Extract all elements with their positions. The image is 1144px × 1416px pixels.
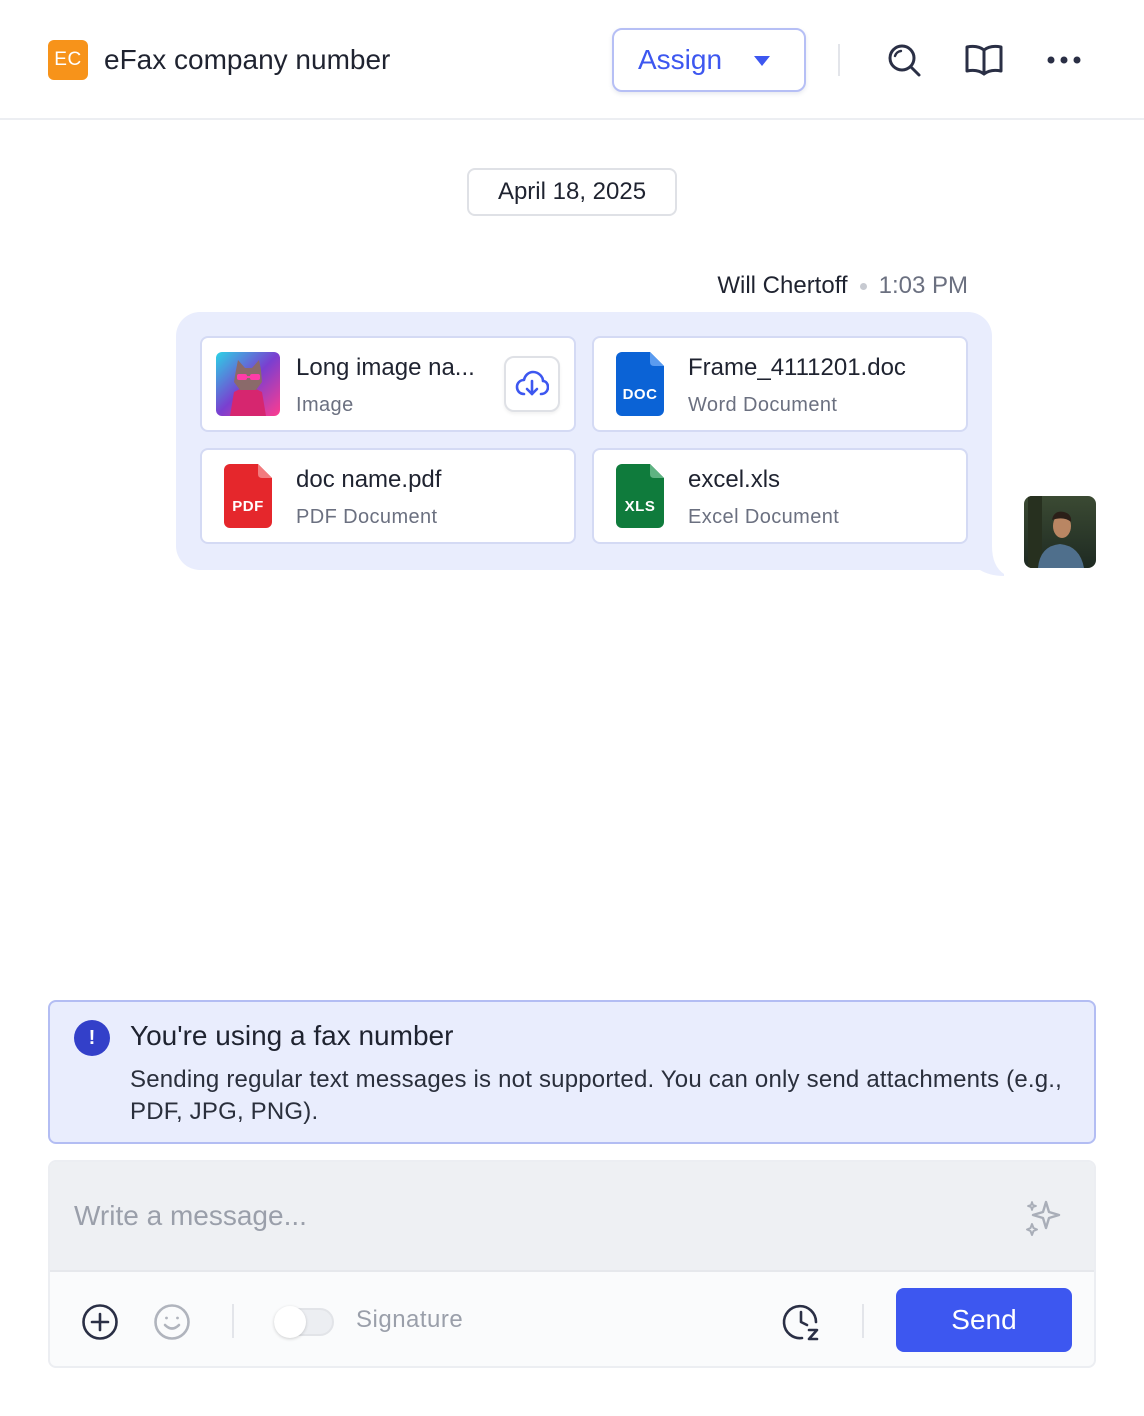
ai-sparkle-icon[interactable] [1024, 1198, 1064, 1238]
info-alert-icon: ! [74, 1020, 110, 1056]
search-button[interactable] [884, 40, 924, 80]
attachment-name: excel.xls [688, 466, 781, 493]
attachment-type: Excel Document [688, 506, 840, 528]
xls-tag: XLS [624, 498, 656, 515]
notice-title: You're using a fax number [130, 1020, 454, 1051]
avatar[interactable] [1024, 496, 1096, 568]
attachment-name: Long image na... [296, 354, 475, 381]
knowledge-base-button[interactable] [964, 40, 1004, 80]
clock-snooze-icon [782, 1304, 819, 1341]
attachment-type: Word Document [688, 394, 838, 416]
add-attachment-button[interactable] [80, 1302, 120, 1342]
sender-name: Will Chertoff [717, 272, 848, 299]
book-open-icon [965, 44, 1003, 76]
download-button[interactable] [504, 356, 560, 412]
xls-file-icon: XLS [616, 464, 664, 528]
contact-badge: EC [48, 40, 88, 80]
more-horizontal-icon [1047, 56, 1081, 64]
attachment-name: doc name.pdf [296, 466, 442, 493]
conversation-header: EC eFax company number Assign [0, 0, 1144, 120]
attachment-type: Image [296, 394, 354, 416]
doc-file-icon: DOC [616, 352, 664, 416]
attachment-card-image[interactable]: Long image na... Image [200, 336, 576, 432]
image-thumbnail [216, 352, 280, 416]
header-divider [838, 44, 840, 76]
attachment-card-pdf[interactable]: PDF doc name.pdf PDF Document [200, 448, 576, 544]
smiley-icon [154, 1304, 190, 1340]
meta-dot [859, 282, 867, 290]
signature-toggle[interactable] [274, 1306, 334, 1338]
notice-body: Sending regular text messages is not sup… [130, 1066, 1063, 1125]
attachment-type: PDF Document [296, 506, 438, 528]
attachment-card-doc[interactable]: DOC Frame_4111201.doc Word Document [592, 336, 968, 432]
message-bubble: Long image na... Image DOC Frame_4111201… [176, 312, 992, 570]
message-input[interactable]: Write a message... [50, 1162, 1094, 1272]
message-time: 1:03 PM [878, 272, 968, 299]
toolbar-divider [232, 1304, 234, 1338]
bubble-tail [980, 546, 1004, 576]
toolbar-divider [862, 1304, 864, 1338]
attachment-card-xls[interactable]: XLS excel.xls Excel Document [592, 448, 968, 544]
schedule-send-button[interactable] [782, 1302, 822, 1342]
more-options-button[interactable] [1044, 40, 1084, 80]
attachment-name: Frame_4111201.doc [688, 354, 906, 381]
toggle-knob [274, 1306, 306, 1338]
search-icon [888, 44, 921, 77]
message-composer: Write a message... Signature Send [48, 1160, 1096, 1368]
page-title: eFax company number [104, 44, 391, 75]
pdf-file-icon: PDF [224, 464, 272, 528]
assign-label: Assign [638, 44, 723, 75]
assign-dropdown[interactable]: Assign [612, 28, 806, 92]
send-button[interactable]: Send [896, 1288, 1072, 1352]
message-placeholder: Write a message... [74, 1200, 307, 1231]
signature-label: Signature [356, 1306, 464, 1333]
emoji-button[interactable] [152, 1302, 192, 1342]
cloud-download-icon [515, 370, 549, 396]
fax-notice-banner: ! You're using a fax number Sending regu… [48, 1000, 1096, 1144]
pdf-tag: PDF [232, 498, 264, 515]
message-meta: Will Chertoff 1:03 PM [717, 272, 968, 300]
plus-circle-icon [82, 1304, 118, 1340]
doc-tag: DOC [622, 386, 658, 403]
caret-down-icon [754, 56, 770, 66]
date-separator: April 18, 2025 [467, 168, 677, 216]
